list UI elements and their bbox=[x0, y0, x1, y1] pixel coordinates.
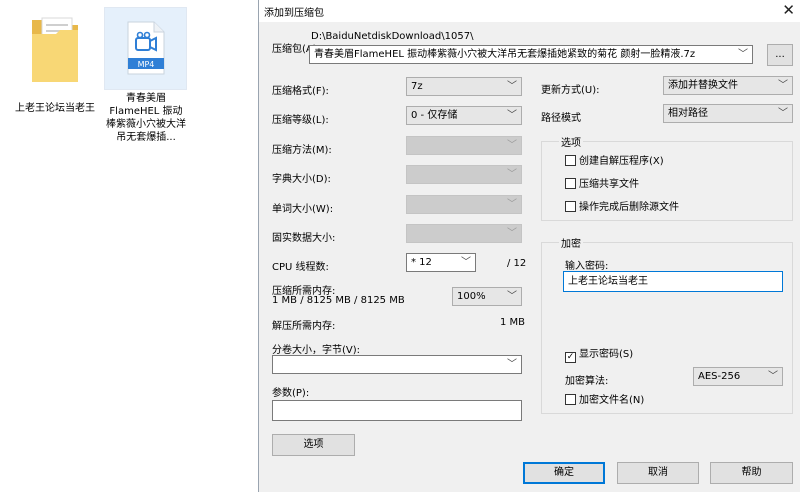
chevron-down-icon: ﹀ bbox=[507, 169, 517, 180]
cpu-total: / 12 bbox=[507, 258, 527, 269]
desktop: 上老王论坛当老王 MP4 青春美眉FlameHEL 振动棒紫薇小穴被大洋吊无套爆… bbox=[0, 0, 258, 492]
chevron-down-icon: ﹀ bbox=[507, 228, 517, 239]
archive-name-combo[interactable]: 青春美眉FlameHEL 振动棒紫薇小穴被大洋吊无套爆插她紧致的菊花 颜射一脸精… bbox=[309, 45, 753, 64]
mem-values: 1 MB / 8125 MB / 8125 MB bbox=[272, 295, 405, 306]
mp4-tile: MP4 bbox=[104, 7, 187, 90]
mem-percent-combo[interactable]: 100% ﹀ bbox=[452, 287, 522, 306]
cpu-value: * 12 bbox=[411, 257, 432, 268]
cpu-combo[interactable]: * 12 ﹀ bbox=[406, 253, 476, 272]
checkmark-icon: ✓ bbox=[565, 352, 576, 363]
chevron-down-icon: ﹀ bbox=[507, 81, 517, 92]
show-password-checkbox[interactable]: ✓ 显示密码(S) bbox=[565, 348, 633, 363]
dialog-title: 添加到压缩包 bbox=[264, 8, 324, 19]
folder-label: 上老王论坛当老王 bbox=[15, 103, 95, 114]
delete-after-checkbox-label: 操作完成后删除源文件 bbox=[579, 202, 679, 213]
level-value: 0 - 仅存储 bbox=[411, 110, 458, 121]
decomp-label: 解压所需内存: bbox=[272, 321, 336, 332]
update-value: 添加并替换文件 bbox=[668, 80, 738, 91]
title-bar: 添加到压缩包 ✕ bbox=[259, 0, 800, 22]
shared-files-checkbox[interactable]: 压缩共享文件 bbox=[565, 178, 639, 191]
solid-combo: ﹀ bbox=[406, 224, 522, 243]
chevron-down-icon: ﹀ bbox=[461, 257, 471, 268]
level-label: 压缩等级(L): bbox=[272, 115, 329, 126]
dict-combo: ﹀ bbox=[406, 165, 522, 184]
checkbox-icon bbox=[565, 394, 576, 405]
encrypt-names-checkbox[interactable]: 加密文件名(N) bbox=[565, 394, 644, 407]
method-label: 压缩方法(M): bbox=[272, 145, 332, 156]
chevron-down-icon: ﹀ bbox=[507, 110, 517, 121]
checkbox-icon bbox=[565, 155, 576, 166]
method-combo: ﹀ bbox=[406, 136, 522, 155]
show-password-label: 显示密码(S) bbox=[579, 349, 634, 360]
password-value: 上老王论坛当老王 bbox=[568, 276, 648, 287]
chevron-down-icon: ﹀ bbox=[507, 359, 517, 370]
format-value: 7z bbox=[411, 81, 423, 92]
archive-name-value: 青春美眉FlameHEL 振动棒紫薇小穴被大洋吊无套爆插她紧致的菊花 颜射一脸精… bbox=[314, 49, 696, 60]
folder-icon bbox=[32, 17, 78, 82]
chevron-down-icon: ﹀ bbox=[507, 140, 517, 151]
mp4-badge: MP4 bbox=[137, 60, 155, 69]
help-button[interactable]: 帮助 bbox=[710, 462, 793, 484]
chevron-down-icon: ﹀ bbox=[778, 108, 788, 119]
password-label: 输入密码: bbox=[565, 261, 609, 272]
chevron-down-icon: ﹀ bbox=[768, 371, 778, 382]
options-button[interactable]: 选项 bbox=[272, 434, 355, 456]
cancel-button[interactable]: 取消 bbox=[617, 462, 699, 484]
cpu-label: CPU 线程数: bbox=[272, 262, 329, 273]
format-label: 压缩格式(F): bbox=[272, 86, 329, 97]
path-mode-combo[interactable]: 相对路径 ﹀ bbox=[663, 104, 793, 123]
shared-files-checkbox-label: 压缩共享文件 bbox=[579, 179, 639, 190]
path-mode-label: 路径模式 bbox=[541, 113, 581, 124]
chevron-down-icon: ﹀ bbox=[507, 291, 517, 302]
sfx-checkbox[interactable]: 创建自解压程序(X) bbox=[565, 155, 664, 168]
browse-button[interactable]: ... bbox=[767, 44, 793, 66]
update-combo[interactable]: 添加并替换文件 ﹀ bbox=[663, 76, 793, 95]
sfx-checkbox-label: 创建自解压程序(X) bbox=[579, 156, 664, 167]
update-label: 更新方式(U): bbox=[541, 85, 600, 96]
path-mode-value: 相对路径 bbox=[668, 108, 708, 119]
format-combo[interactable]: 7z ﹀ bbox=[406, 77, 522, 96]
dict-label: 字典大小(D): bbox=[272, 174, 331, 185]
archive-path: D:\BaiduNetdiskDownload\1057\ bbox=[311, 31, 474, 42]
ok-button[interactable]: 确定 bbox=[523, 462, 605, 484]
enc-method-label: 加密算法: bbox=[565, 376, 609, 387]
chevron-down-icon: ﹀ bbox=[507, 199, 517, 210]
password-input[interactable]: 上老王论坛当老王 bbox=[563, 271, 783, 292]
params-label: 参数(P): bbox=[272, 388, 310, 399]
mp4-label: 青春美眉FlameHEL 振动棒紫薇小穴被大洋吊无套爆插... bbox=[106, 93, 186, 143]
enc-method-combo[interactable]: AES-256 ﹀ bbox=[693, 367, 783, 386]
decomp-value: 1 MB bbox=[500, 317, 526, 328]
mem-percent-value: 100% bbox=[457, 291, 486, 302]
enc-method-value: AES-256 bbox=[698, 371, 741, 382]
desktop-folder[interactable]: 上老王论坛当老王 bbox=[14, 10, 96, 115]
desktop-mp4-file[interactable]: MP4 青春美眉FlameHEL 振动棒紫薇小穴被大洋吊无套爆插... bbox=[104, 7, 188, 144]
solid-label: 固实数据大小: bbox=[272, 233, 336, 244]
options-group-label: 选项 bbox=[559, 134, 583, 149]
split-label: 分卷大小，字节(V): bbox=[272, 345, 361, 356]
chevron-down-icon: ﹀ bbox=[735, 46, 748, 63]
level-combo[interactable]: 0 - 仅存储 ﹀ bbox=[406, 106, 522, 125]
close-icon[interactable]: ✕ bbox=[782, 1, 795, 19]
checkbox-icon bbox=[565, 201, 576, 212]
word-label: 单词大小(W): bbox=[272, 204, 334, 215]
encryption-group-label: 加密 bbox=[559, 235, 583, 250]
delete-after-checkbox[interactable]: 操作完成后删除源文件 bbox=[565, 201, 679, 214]
encrypt-names-label: 加密文件名(N) bbox=[579, 395, 645, 406]
word-combo: ﹀ bbox=[406, 195, 522, 214]
add-to-archive-dialog: 添加到压缩包 ✕ 压缩包(A) D:\BaiduNetdiskDownload\… bbox=[258, 0, 800, 492]
chevron-down-icon: ﹀ bbox=[778, 80, 788, 91]
params-input[interactable] bbox=[272, 400, 522, 421]
checkbox-icon bbox=[565, 178, 576, 189]
split-combo[interactable]: ﹀ bbox=[272, 355, 522, 374]
